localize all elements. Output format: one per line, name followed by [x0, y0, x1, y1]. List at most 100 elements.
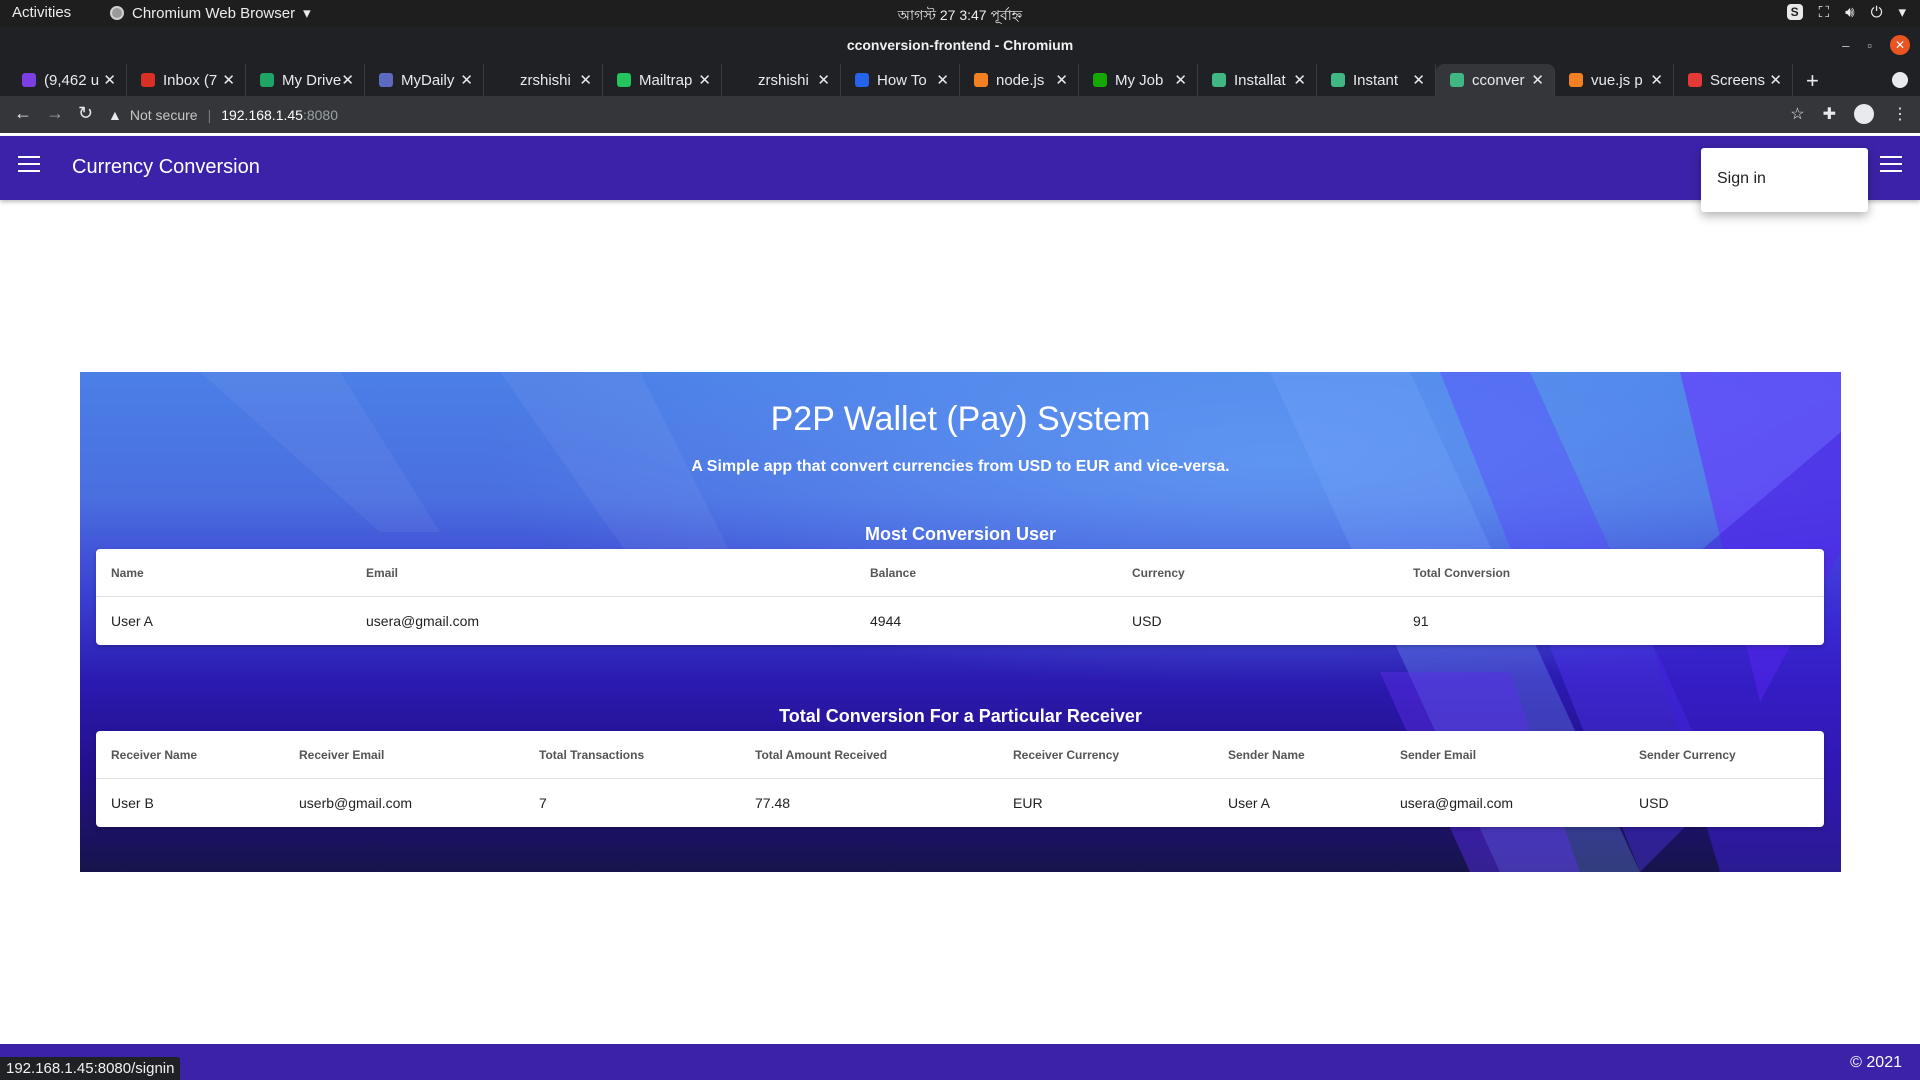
browser-tab[interactable]: How To ✕ [841, 64, 960, 96]
url-bar[interactable]: ▲ Not secure | 192.168.1.45 :8080 [108, 101, 1798, 128]
security-label[interactable]: Not secure [130, 107, 198, 123]
tab-close-icon[interactable]: ✕ [936, 71, 949, 89]
browser-tab[interactable]: Inbox (7 ✕ [127, 64, 246, 96]
tab-close-icon[interactable]: ✕ [579, 71, 592, 89]
browser-tab[interactable]: My Drive ✕ [246, 64, 365, 96]
tab-close-icon[interactable]: ✕ [1293, 71, 1306, 89]
browser-tab[interactable]: Screens ✕ [1674, 64, 1793, 96]
browser-toolbar: ← → ↻ ▲ Not secure | 192.168.1.45 :8080 … [0, 96, 1920, 133]
table-row: User A usera@gmail.com 4944 USD 91 [96, 597, 1824, 645]
new-tab-icon[interactable]: + [1806, 68, 1819, 94]
tab-search-icon[interactable] [1892, 72, 1908, 88]
tab-favicon-icon [1093, 73, 1107, 87]
column-header: Sender Name [1228, 748, 1305, 762]
table-header-row: Receiver Name Receiver Email Total Transac… [96, 731, 1824, 779]
tab-label: Screens [1710, 71, 1766, 89]
more-menu-icon[interactable]: ⋮ [1892, 104, 1908, 124]
warning-icon[interactable]: ▲ [108, 107, 122, 123]
browser-tab[interactable]: MyDaily ✕ [365, 64, 484, 96]
tab-label: Inbox (7 [163, 71, 218, 89]
table-cell: User B [111, 795, 154, 811]
tab-close-icon[interactable]: ✕ [817, 71, 830, 89]
footer: © 2021 [0, 1044, 1920, 1080]
volume-icon[interactable]: 🔊︎ [1845, 4, 1854, 21]
browser-tab[interactable]: zrshishi ✕ [484, 64, 603, 96]
window-controls: – ▫ ✕ [1842, 35, 1910, 55]
browser-tab[interactable]: vue.js p ✕ [1555, 64, 1674, 96]
browser-tab[interactable]: My Job ✕ [1079, 64, 1198, 96]
email-link[interactable]: userb@gmail.com [299, 779, 412, 827]
tab-favicon-icon [141, 73, 155, 87]
column-header: Total Transactions [539, 748, 645, 762]
tab-label: vue.js p [1591, 71, 1643, 89]
url-host[interactable]: 192.168.1.45 [221, 107, 303, 123]
extensions-icon[interactable]: ✚ [1823, 104, 1836, 124]
browser-tab[interactable]: Installat ✕ [1198, 64, 1317, 96]
sign-in-menu-item[interactable]: Sign in [1717, 170, 1766, 188]
browser-tab[interactable]: cconver ✕ [1436, 64, 1555, 96]
back-icon[interactable]: ← [14, 103, 32, 124]
most-conversion-table: Name Email Balance Currency Total Conversion… [96, 549, 1824, 645]
link-status-bubble: 192.168.1.45:8080/signin [0, 1057, 181, 1080]
tab-close-icon[interactable]: ✕ [1769, 71, 1782, 89]
network-icon[interactable]: ⛶ [1819, 4, 1830, 21]
receiver-conversion-title: Total Conversion For a Particular Receiv… [779, 706, 1142, 726]
forward-icon[interactable]: → [46, 103, 64, 124]
tab-close-icon[interactable]: ✕ [103, 71, 116, 89]
tab-close-icon[interactable]: ✕ [1412, 71, 1425, 89]
table-header-row: Name Email Balance Currency Total Conversion [96, 549, 1824, 597]
browser-tab[interactable]: (9,462 u ✕ [8, 64, 127, 96]
tab-favicon-icon [617, 73, 631, 87]
column-header: Receiver Currency [1013, 748, 1120, 762]
bookmark-star-icon[interactable]: ☆ [1790, 104, 1804, 124]
tab-label: Mailtrap [639, 71, 693, 89]
close-window-icon[interactable]: ✕ [1890, 35, 1910, 55]
app-menu[interactable]: Chromium Web Browser ▾ [110, 4, 311, 22]
tab-favicon-icon [1212, 73, 1226, 87]
browser-tab[interactable]: Mailtrap ✕ [603, 64, 722, 96]
table-cell: 4944 [870, 613, 902, 629]
table-cell: 7 [539, 795, 547, 811]
tab-favicon-icon [498, 73, 512, 87]
tab-favicon-icon [22, 73, 36, 87]
tab-favicon-icon [974, 73, 988, 87]
tab-close-icon[interactable]: ✕ [1650, 71, 1663, 89]
hero-banner: P2P Wallet (Pay) System A Simple app tha… [80, 372, 1841, 872]
system-tray[interactable]: S ⛶ 🔊︎ ⏻ ▾ [1786, 3, 1906, 21]
skype-icon[interactable]: S [1786, 4, 1803, 20]
tab-close-icon[interactable]: ✕ [1174, 71, 1187, 89]
right-menu-icon[interactable] [1880, 156, 1902, 174]
tab-label: Instant [1353, 71, 1399, 89]
column-header: Sender Currency [1639, 748, 1736, 762]
table-cell: USD [1132, 613, 1162, 629]
tab-close-icon[interactable]: ✕ [1531, 71, 1544, 89]
reload-icon[interactable]: ↻ [78, 103, 93, 124]
minimize-icon[interactable]: – [1842, 38, 1849, 53]
table-cell: 77.48 [755, 795, 791, 811]
table-cell: User A [111, 613, 154, 629]
toolbar-actions: ☆ ✚ ⋮ [1790, 104, 1908, 124]
tab-close-icon[interactable]: ✕ [222, 71, 235, 89]
browser-tab[interactable]: node.js ✕ [960, 64, 1079, 96]
caret-down-icon[interactable]: ▾ [1898, 3, 1906, 21]
tab-close-icon[interactable]: ✕ [341, 71, 354, 89]
browser-tab[interactable]: zrshishi ✕ [722, 64, 841, 96]
maximize-icon[interactable]: ▫ [1867, 38, 1872, 53]
tab-favicon-icon [855, 73, 869, 87]
tab-label: My Job [1115, 71, 1164, 89]
tab-close-icon[interactable]: ✕ [1055, 71, 1068, 89]
browser-tab[interactable]: Instant ✕ [1317, 64, 1436, 96]
tab-close-icon[interactable]: ✕ [460, 71, 473, 89]
system-top-bar: Activities Chromium Web Browser ▾ আগস্ট … [0, 0, 1920, 27]
table-cell: 91 [1413, 613, 1429, 629]
power-icon[interactable]: ⏻ [1871, 4, 1883, 21]
column-header: Name [111, 566, 144, 580]
activities-button[interactable]: Activities [12, 4, 71, 21]
tab-close-icon[interactable]: ✕ [698, 71, 711, 89]
url-port[interactable]: :8080 [303, 107, 338, 123]
menu-icon[interactable] [18, 156, 40, 174]
profile-avatar-icon[interactable] [1854, 104, 1874, 124]
table-row: User B userb@gmail.com 7 77.48 EUR User A user… [96, 779, 1824, 827]
tab-label: zrshishi [520, 71, 571, 89]
column-header: Receiver Name [111, 748, 198, 762]
